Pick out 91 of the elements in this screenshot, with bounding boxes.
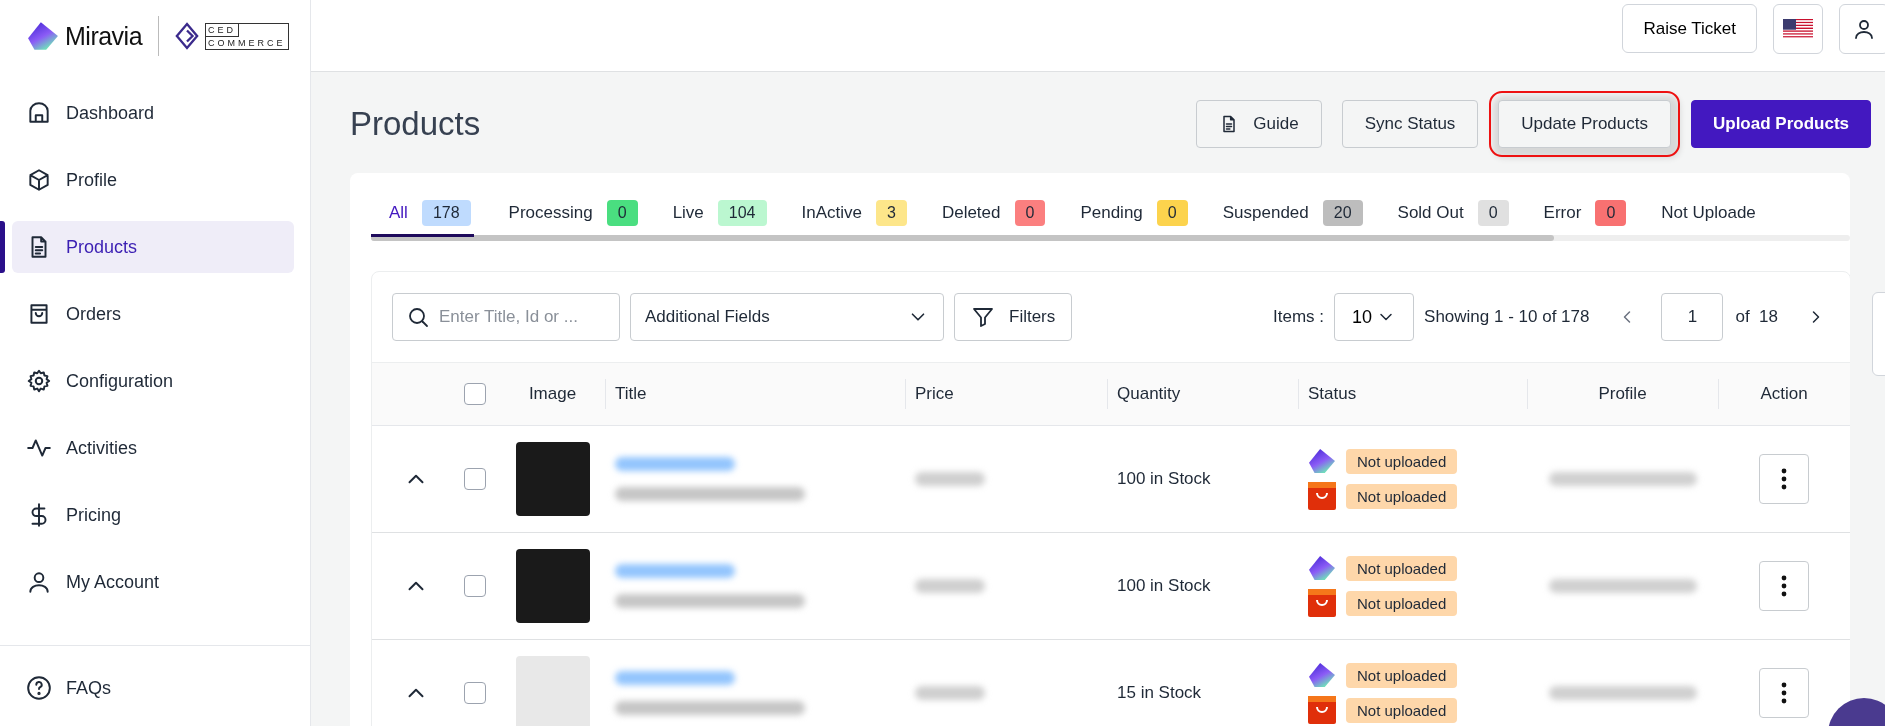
select-all-checkbox[interactable] xyxy=(464,383,486,405)
status-tab[interactable]: Processing 0 xyxy=(508,189,638,237)
miravia-logo-icon xyxy=(1308,555,1336,581)
shopping-bag-icon xyxy=(1308,589,1336,617)
sidebar-item[interactable]: Pricing xyxy=(12,489,294,541)
quantity-text: 100 in Stock xyxy=(1116,469,1211,489)
count-badge: 0 xyxy=(1014,200,1046,226)
miravia-logo-icon xyxy=(1308,448,1336,474)
additional-fields-dropdown[interactable]: Additional Fields xyxy=(630,293,944,341)
quantity-text: 15 in Stock xyxy=(1116,683,1202,703)
status-tab[interactable]: Sold Out 0 xyxy=(1397,189,1509,237)
filters-button[interactable]: Filters xyxy=(954,293,1073,341)
more-button[interactable] xyxy=(1759,668,1809,718)
status-tab[interactable]: Error 0 xyxy=(1543,189,1627,237)
more-icon xyxy=(1781,468,1787,490)
language-button[interactable] xyxy=(1773,4,1823,54)
shopping-bag-icon xyxy=(1308,482,1336,510)
home-icon xyxy=(26,100,52,126)
status-badge: Not uploaded xyxy=(1346,483,1458,509)
help-icon xyxy=(26,675,52,701)
status-tab[interactable]: Deleted 0 xyxy=(941,189,1046,237)
partner-logo-text: CED COMMERCE xyxy=(205,22,289,50)
quantity-text: 100 in Stock xyxy=(1116,576,1211,596)
status-badge: Not uploaded xyxy=(1346,590,1458,616)
column-header: Price xyxy=(915,384,954,404)
row-checkbox[interactable] xyxy=(464,575,486,597)
active-indicator xyxy=(0,221,5,273)
page-input[interactable]: 1 xyxy=(1661,293,1724,341)
count-badge: 20 xyxy=(1322,200,1363,226)
status-tab[interactable]: Suspended 20 xyxy=(1222,189,1363,237)
column-header: Quantity xyxy=(1117,384,1181,404)
count-badge: 0 xyxy=(1156,200,1188,226)
more-icon xyxy=(1781,682,1787,704)
row-checkbox[interactable] xyxy=(464,682,486,704)
status-badge: Not uploaded xyxy=(1346,697,1458,723)
status-tab[interactable]: All 178 xyxy=(371,189,474,237)
status-badge: Not uploaded xyxy=(1346,662,1458,688)
diamond-logo-icon xyxy=(175,22,200,50)
status-tab[interactable]: Live 104 xyxy=(672,189,767,237)
sidebar-item[interactable]: Orders xyxy=(12,288,294,340)
blurred-text xyxy=(915,579,985,593)
action-button[interactable]: Sync Status xyxy=(1341,100,1479,148)
status-tab[interactable]: Pending 0 xyxy=(1080,189,1188,237)
status-badge: Not uploaded xyxy=(1346,448,1458,474)
count-badge: 0 xyxy=(1477,200,1509,226)
items-label: Items : xyxy=(1273,307,1325,327)
horizontal-scrollbar[interactable] xyxy=(371,235,1850,241)
user-icon xyxy=(1852,17,1876,41)
blurred-text xyxy=(915,472,985,486)
count-badge: 0 xyxy=(1595,200,1627,226)
sidebar-item[interactable]: Activities xyxy=(12,422,294,474)
settings-icon xyxy=(26,368,52,394)
sidebar-item[interactable]: My Account xyxy=(12,556,294,608)
more-icon xyxy=(1781,575,1787,597)
miravia-logo-icon xyxy=(1308,662,1336,688)
sidebar-item[interactable]: Profile xyxy=(12,154,294,206)
search-field[interactable]: Enter Title, Id or ... xyxy=(392,293,620,341)
page-size-select[interactable]: 10 xyxy=(1334,293,1415,341)
count-badge: 104 xyxy=(717,200,767,226)
column-header: Status xyxy=(1308,384,1357,404)
count-badge: 0 xyxy=(606,200,638,226)
count-badge: 3 xyxy=(876,200,907,226)
filter-icon xyxy=(971,305,995,329)
sidebar-item[interactable]: Products xyxy=(12,221,294,273)
miravia-logo-icon xyxy=(27,21,59,51)
page-title: Products xyxy=(350,105,482,143)
status-tab[interactable]: InActive 3 xyxy=(801,189,907,237)
column-header: Title xyxy=(615,384,647,404)
sidebar-item[interactable]: FAQs xyxy=(12,662,294,714)
sidebar-item[interactable]: Configuration xyxy=(12,355,294,407)
column-header: Profile xyxy=(1598,384,1647,404)
brand-name: Miravia xyxy=(65,21,143,51)
user-button[interactable] xyxy=(1839,4,1885,54)
row-checkbox[interactable] xyxy=(464,468,486,490)
user-icon xyxy=(26,569,52,595)
status-badge: Not uploaded xyxy=(1346,555,1458,581)
more-button[interactable] xyxy=(1759,561,1809,611)
column-header: Image xyxy=(528,384,577,404)
sidebar-item[interactable]: Dashboard xyxy=(12,87,294,139)
raise-ticket-button[interactable]: Raise Ticket xyxy=(1622,4,1757,53)
upload-button[interactable]: Upload Products xyxy=(1691,100,1871,148)
action-button[interactable]: Guide xyxy=(1196,100,1322,148)
count-badge: 178 xyxy=(421,200,471,226)
page-count-text: of 18 xyxy=(1735,307,1778,327)
cube-icon xyxy=(26,167,52,193)
status-tab[interactable]: Not Uploade xyxy=(1661,189,1756,237)
blurred-text xyxy=(915,686,985,700)
flag-icon xyxy=(1783,19,1813,39)
showing-text: Showing 1 - 10 of 178 xyxy=(1424,307,1590,327)
more-button[interactable] xyxy=(1759,454,1809,504)
column-header: Action xyxy=(1760,384,1808,404)
